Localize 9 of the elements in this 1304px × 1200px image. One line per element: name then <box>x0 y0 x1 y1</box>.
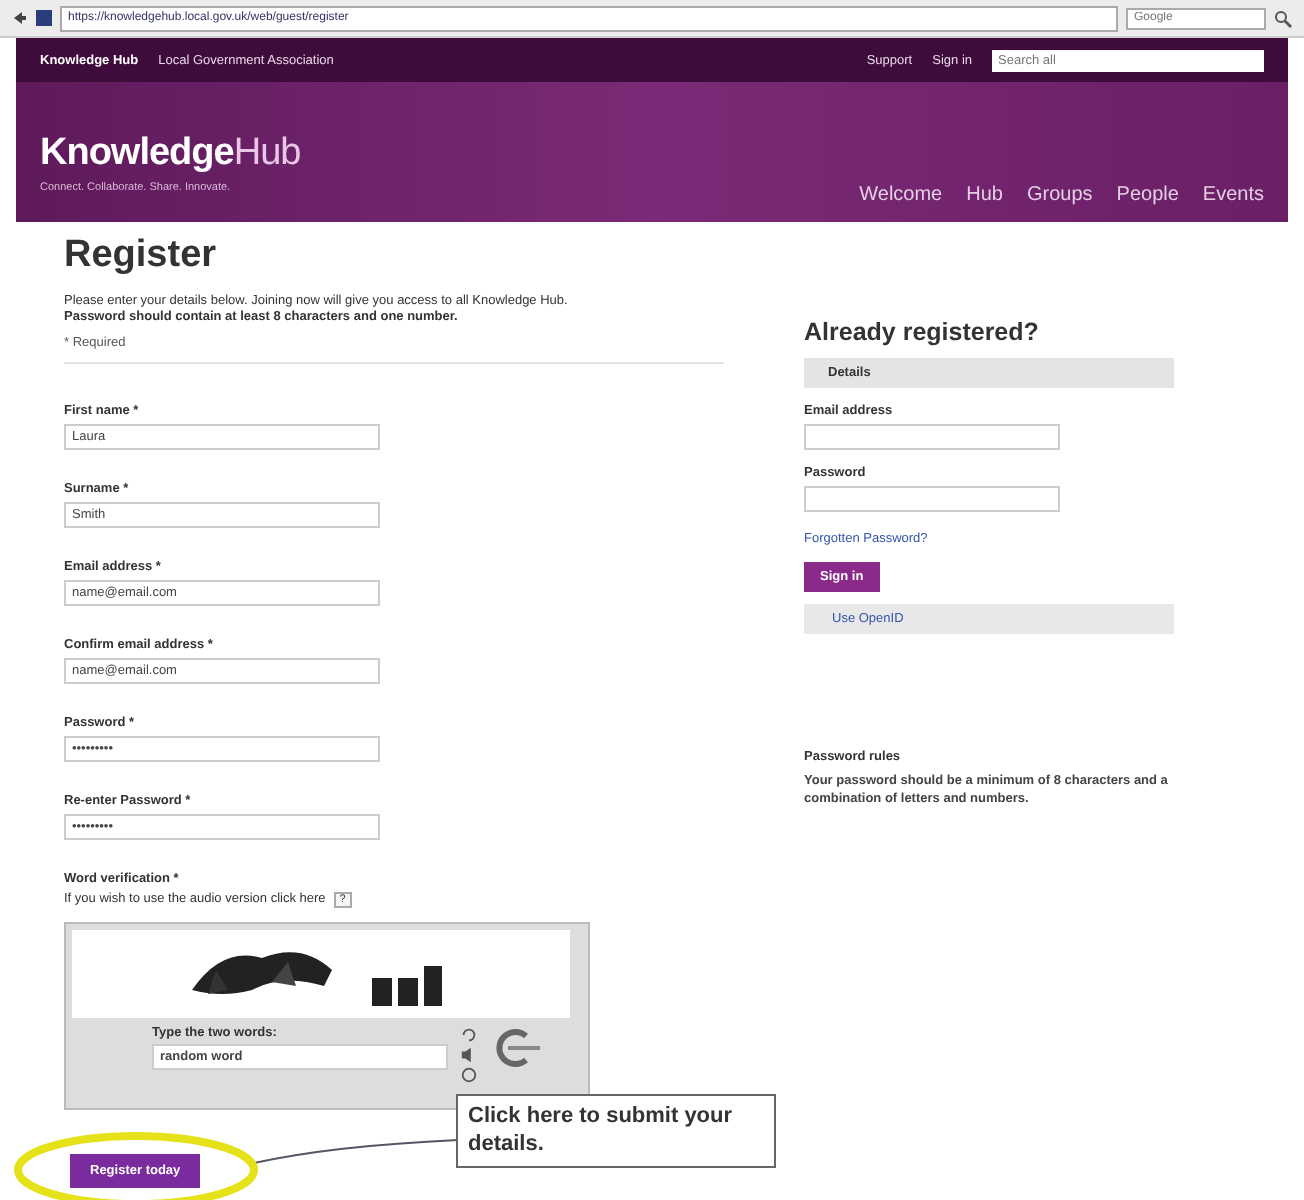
nav-link[interactable]: Groups <box>1026 184 1093 206</box>
nav-link[interactable]: Welcome <box>859 184 943 206</box>
callout-note: Click here to submit your details. <box>456 1093 776 1169</box>
nav-link[interactable]: People <box>1116 184 1179 206</box>
site-logo[interactable]: KnowledgeHub <box>40 132 301 176</box>
section-title: Already registered? <box>804 318 1041 346</box>
page-title: Register <box>64 234 219 278</box>
nav-link[interactable]: Events <box>1202 184 1264 206</box>
nav-link[interactable]: Hub <box>966 184 1003 206</box>
